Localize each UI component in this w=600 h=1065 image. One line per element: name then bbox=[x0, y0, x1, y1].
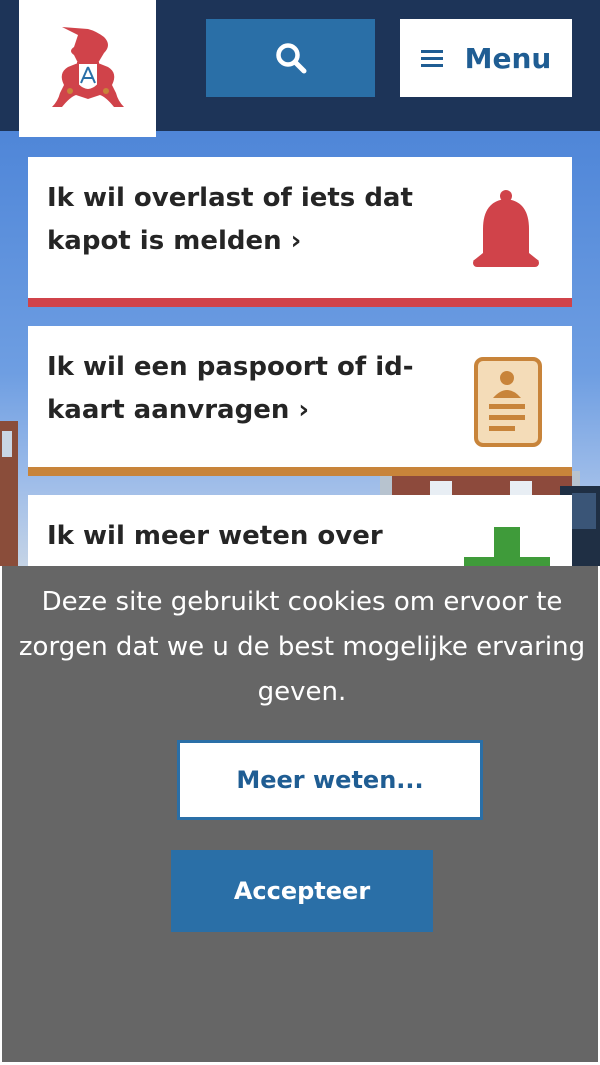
card-report-issue[interactable]: Ik wil overlast of iets dat kapot is mel… bbox=[28, 157, 572, 307]
menu-button[interactable]: Menu bbox=[400, 19, 572, 97]
hamburger-icon bbox=[420, 49, 443, 67]
card-accent-bar bbox=[28, 467, 572, 476]
bell-icon bbox=[473, 190, 539, 267]
id-card-icon bbox=[474, 357, 542, 447]
cookie-message: Deze site gebruikt cookies om ervoor te … bbox=[18, 587, 586, 707]
coat-of-arms-logo bbox=[51, 26, 124, 107]
search-icon bbox=[275, 43, 306, 74]
card-accent-bar bbox=[28, 298, 572, 307]
more-info-button[interactable]: Meer weten... bbox=[177, 740, 483, 820]
card-label: Ik wil een paspoort of id-kaart aanvrage… bbox=[47, 352, 414, 425]
chevron-right-icon: › bbox=[289, 395, 310, 425]
accept-cookies-button[interactable]: Accepteer bbox=[171, 850, 433, 932]
card-label: Ik wil overlast of iets dat kapot is mel… bbox=[47, 183, 413, 256]
card-passport[interactable]: Ik wil een paspoort of id-kaart aanvrage… bbox=[28, 326, 572, 476]
chevron-right-icon: › bbox=[281, 226, 302, 256]
menu-label: Menu bbox=[464, 41, 552, 75]
cookie-banner: Deze site gebruikt cookies om ervoor te … bbox=[0, 566, 600, 1065]
logo[interactable] bbox=[19, 0, 156, 137]
search-button[interactable] bbox=[206, 19, 375, 97]
